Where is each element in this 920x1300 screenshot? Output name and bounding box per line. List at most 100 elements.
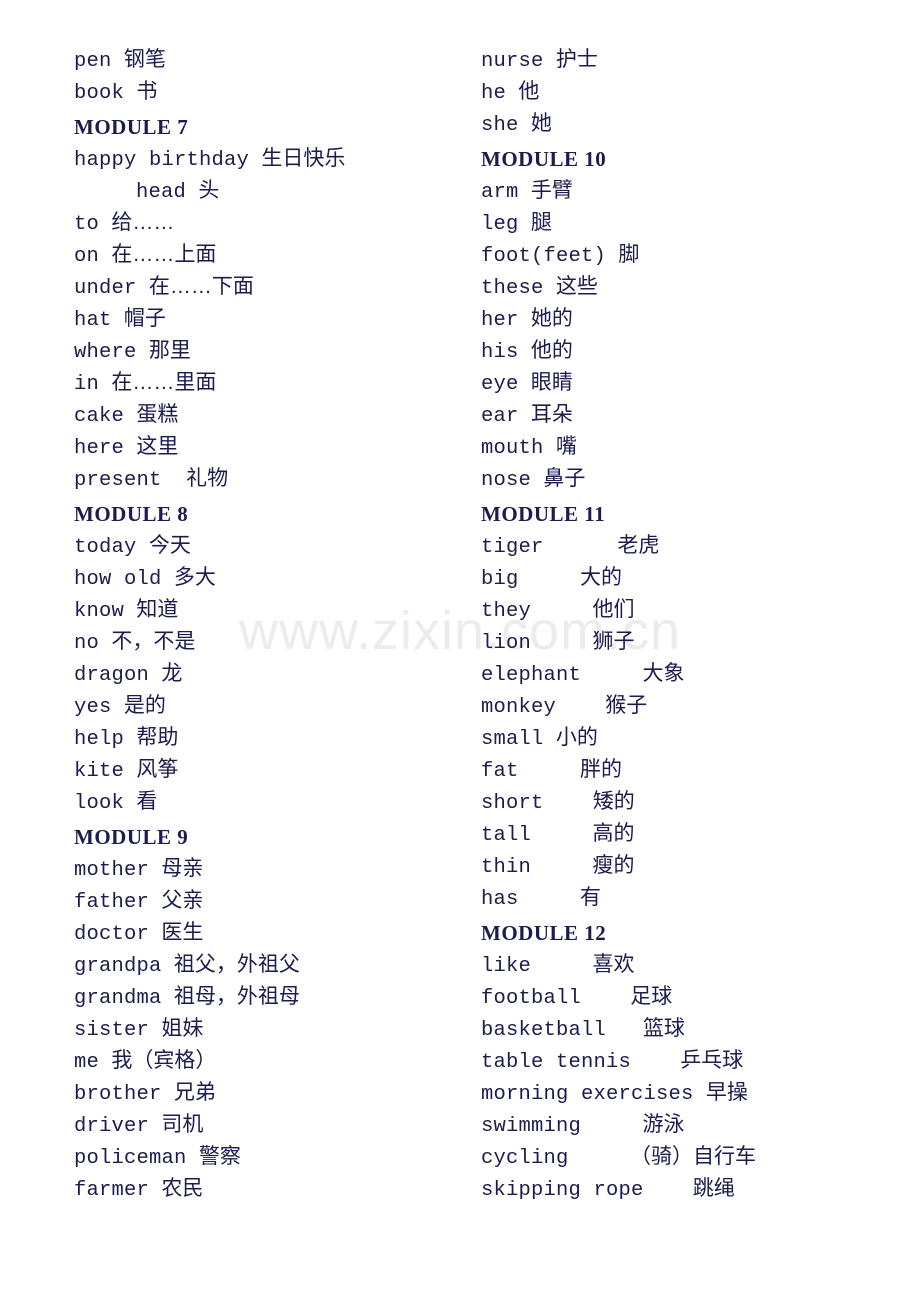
english-word: cycling — [481, 1147, 569, 1170]
english-word: these — [481, 277, 544, 300]
entry-spacer — [99, 373, 111, 396]
chinese-translation: 看 — [136, 790, 158, 813]
vocabulary-entry: me 我（宾格） — [74, 1045, 464, 1077]
entry-spacer — [112, 309, 124, 332]
english-word: monkey — [481, 696, 557, 719]
vocabulary-entry: arm 手臂 — [481, 175, 901, 207]
chinese-translation: （骑）自行车 — [630, 1145, 757, 1168]
english-word: know — [74, 600, 125, 623]
chinese-translation: 鼻子 — [543, 467, 586, 490]
vocabulary-entry: father 父亲 — [74, 885, 464, 917]
english-word: basketball — [481, 1019, 607, 1042]
chinese-translation: 高的 — [592, 822, 635, 845]
chinese-translation: 蛋糕 — [136, 403, 179, 426]
vocabulary-entry: yes 是的 — [74, 690, 464, 722]
english-word: book — [74, 82, 125, 105]
vocabulary-entry: he 他 — [481, 76, 901, 108]
module-label: MODULE 11 — [481, 502, 606, 526]
english-word: nose — [481, 469, 532, 492]
vocabulary-entry: cake 蛋糕 — [74, 399, 464, 431]
entry-spacer — [519, 760, 581, 783]
chinese-translation: 嘴 — [555, 435, 577, 458]
chinese-translation: 在……里面 — [111, 371, 217, 394]
chinese-translation: 兄弟 — [173, 1081, 216, 1104]
chinese-translation: 帽子 — [123, 307, 166, 330]
english-word: arm — [481, 181, 519, 204]
english-word: under — [74, 277, 137, 300]
chinese-translation: 老虎 — [617, 534, 660, 557]
entry-spacer — [187, 1147, 199, 1170]
vocabulary-entry: table tennis 乒乓球 — [481, 1045, 901, 1077]
chinese-translation: 知道 — [136, 598, 179, 621]
entry-spacer — [519, 888, 581, 911]
entry-spacer — [124, 437, 136, 460]
entry-spacer — [531, 955, 593, 978]
english-word: today — [74, 536, 137, 559]
entry-spacer — [519, 114, 531, 137]
chinese-translation: 他 — [518, 80, 540, 103]
english-word: hat — [74, 309, 112, 332]
chinese-translation: 脚 — [618, 243, 640, 266]
entry-spacer — [519, 341, 531, 364]
english-word: she — [481, 114, 519, 137]
chinese-translation: 书 — [136, 80, 158, 103]
english-word: ear — [481, 405, 519, 428]
chinese-translation: 在……下面 — [148, 275, 254, 298]
vocabulary-entry: in 在……里面 — [74, 367, 464, 399]
english-word: tall — [481, 824, 532, 847]
entry-spacer — [694, 1083, 706, 1106]
chinese-translation: 早操 — [705, 1081, 748, 1104]
english-word: look — [74, 792, 125, 815]
english-word: table tennis — [481, 1051, 632, 1074]
vocabulary-entry: swimming 游泳 — [481, 1109, 901, 1141]
chinese-translation: 小的 — [555, 726, 598, 749]
english-word: small — [481, 728, 544, 751]
entry-spacer — [519, 309, 531, 332]
vocabulary-entry: like 喜欢 — [481, 949, 901, 981]
chinese-translation: 礼物 — [186, 467, 229, 490]
english-word: like — [481, 955, 532, 978]
module-heading: MODULE 7 — [74, 108, 464, 143]
vocabulary-entry: his 他的 — [481, 335, 901, 367]
english-word: morning exercises — [481, 1083, 694, 1106]
module-heading: MODULE 10 — [481, 140, 901, 175]
vocabulary-entry: happy birthday 生日快乐 — [74, 143, 464, 175]
chinese-translation: 不，不是 — [111, 630, 196, 653]
entry-spacer — [112, 50, 124, 73]
vocabulary-entry: farmer 农民 — [74, 1173, 464, 1205]
vocabulary-entry: big 大的 — [481, 562, 901, 594]
english-word: his — [481, 341, 519, 364]
chinese-translation: 乒乓球 — [680, 1049, 744, 1072]
chinese-translation: 司机 — [161, 1113, 204, 1136]
vocabulary-entry: she 她 — [481, 108, 901, 140]
vocabulary-entry: book 书 — [74, 76, 464, 108]
entry-spacer — [531, 632, 593, 655]
entry-spacer — [544, 792, 593, 815]
entry-spacer — [519, 568, 581, 591]
chinese-translation: 农民 — [161, 1177, 204, 1200]
vocabulary-entry: brother 兄弟 — [74, 1077, 464, 1109]
english-word: no — [74, 632, 100, 655]
chinese-translation: 头 — [198, 179, 220, 202]
entry-spacer — [544, 728, 556, 751]
entry-spacer — [581, 987, 630, 1010]
vocabulary-entry: where 那里 — [74, 335, 464, 367]
vocabulary-entry: monkey 猴子 — [481, 690, 901, 722]
english-word: brother — [74, 1083, 162, 1106]
vocabulary-entry: dragon 龙 — [74, 658, 464, 690]
vocabulary-entry: look 看 — [74, 786, 464, 818]
vocabulary-entry: hat 帽子 — [74, 303, 464, 335]
vocabulary-entry: on 在……上面 — [74, 239, 464, 271]
vocabulary-entry: football 足球 — [481, 981, 901, 1013]
entry-spacer — [124, 760, 136, 783]
english-word: leg — [481, 213, 519, 236]
vocabulary-entry: help 帮助 — [74, 722, 464, 754]
vocabulary-entry: leg 腿 — [481, 207, 901, 239]
vocabulary-entry: here 这里 — [74, 431, 464, 463]
chinese-translation: 姐妹 — [161, 1017, 204, 1040]
english-word: grandpa — [74, 955, 162, 978]
chinese-translation: 大的 — [580, 566, 623, 589]
english-word: short — [481, 792, 544, 815]
chinese-translation: 她的 — [530, 307, 573, 330]
vocabulary-entry: these 这些 — [481, 271, 901, 303]
